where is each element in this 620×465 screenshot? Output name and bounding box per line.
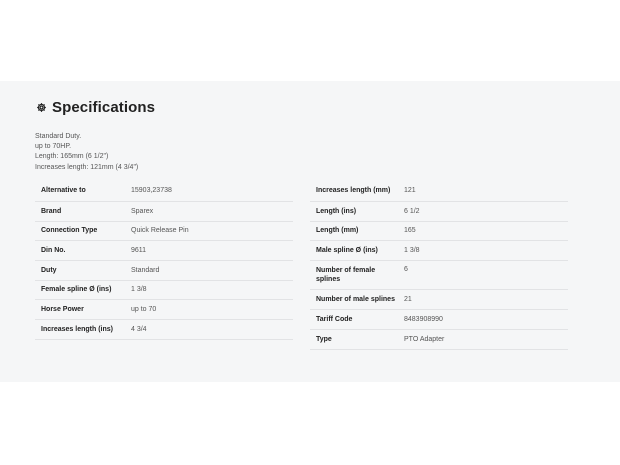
spec-label: Length (mm) — [310, 221, 399, 241]
spec-label-text: Number of female splines — [316, 266, 376, 283]
intro-text: Standard Duty. up to 70HP. Length: 165mm… — [35, 132, 138, 173]
table-row: Connection Type Quick Release Pin — [35, 221, 293, 241]
spec-value: 1 3/8 — [399, 240, 568, 261]
spec-label: Alternative to — [35, 181, 126, 202]
table-row: Male spline Ø (ins) 1 3/8 — [310, 240, 568, 261]
spec-table-left: Alternative to 15903,23738 Brand Sparex … — [35, 181, 293, 340]
table-row: Number of male splines 21 — [310, 289, 568, 310]
table-row: Horse Power up to 70 — [35, 299, 293, 320]
spec-value: 6 — [399, 260, 568, 290]
spec-label: Increases length (ins) — [35, 319, 126, 340]
spec-label: Din No. — [35, 240, 126, 261]
table-row: Increases length (mm) 121 — [310, 181, 568, 202]
section-heading: Specifications — [36, 96, 155, 118]
table-row: Increases length (ins) 4 3/4 — [35, 319, 293, 340]
spec-label: Increases length (mm) — [310, 181, 399, 202]
spec-value: 9611 — [126, 240, 293, 261]
table-row: Tariff Code 8483908990 — [310, 309, 568, 330]
spec-value: Quick Release Pin — [126, 221, 293, 241]
spec-value: 15903,23738 — [126, 181, 293, 202]
spec-label: Horse Power — [35, 299, 126, 320]
spec-value: 121 — [399, 181, 568, 202]
table-row: Alternative to 15903,23738 — [35, 181, 293, 202]
spec-value: 8483908990 — [399, 309, 568, 330]
table-row: Brand Sparex — [35, 201, 293, 222]
spec-label: Brand — [35, 201, 126, 222]
spec-value: PTO Adapter — [399, 329, 568, 350]
spec-label: Connection Type — [35, 221, 126, 241]
spec-label: Tariff Code — [310, 309, 399, 330]
table-row: Number of female splines 6 — [310, 260, 568, 290]
table-row: Duty Standard — [35, 260, 293, 281]
intro-line: up to 70HP. — [35, 143, 72, 151]
spec-value: 4 3/4 — [126, 319, 293, 340]
spec-label: Number of female splines — [310, 260, 399, 290]
spec-value: 6 1/2 — [399, 201, 568, 222]
table-row: Length (mm) 165 — [310, 221, 568, 241]
spec-label: Number of male splines — [310, 289, 399, 310]
spec-value: 21 — [399, 289, 568, 310]
intro-line: Standard Duty. — [35, 133, 82, 140]
table-row: Din No. 9611 — [35, 240, 293, 261]
spec-value: Standard — [126, 260, 293, 281]
gear-icon — [37, 102, 46, 112]
spec-label: Female spline Ø (ins) — [35, 280, 126, 300]
section-title: Specifications — [52, 98, 156, 116]
spec-table-right: Increases length (mm) 121 Length (ins) 6… — [310, 181, 568, 350]
table-row: Female spline Ø (ins) 1 3/8 — [35, 280, 293, 300]
intro-line: Increases length: 121mm (4 3/4") — [35, 163, 139, 171]
spec-value: up to 70 — [126, 299, 293, 320]
spec-value: 1 3/8 — [126, 280, 293, 300]
table-row: Length (ins) 6 1/2 — [310, 201, 568, 222]
spec-label: Length (ins) — [310, 201, 399, 222]
spec-value: 165 — [399, 221, 568, 241]
spec-label: Type — [310, 329, 399, 350]
spec-label: Male spline Ø (ins) — [310, 240, 399, 261]
spec-value: Sparex — [126, 201, 293, 222]
table-row: Type PTO Adapter — [310, 329, 568, 350]
intro-line: Length: 165mm (6 1/2") — [35, 153, 109, 161]
spec-label: Duty — [35, 260, 126, 281]
